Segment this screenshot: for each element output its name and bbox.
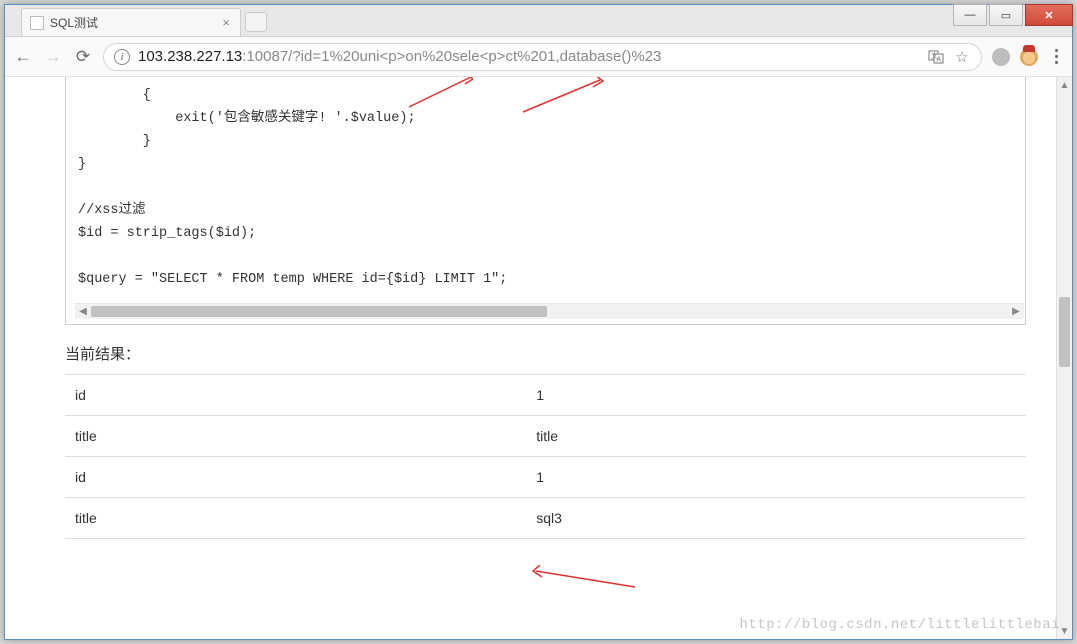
maximize-button[interactable]: ▭: [989, 4, 1023, 26]
browser-menu-button[interactable]: [1048, 49, 1064, 64]
toolbar: ← → ⟳ i 103.238.227.13:10087/?id=1%20uni…: [5, 37, 1072, 77]
vscroll-up-arrow[interactable]: ▲: [1057, 77, 1072, 93]
page-content: { exit('包含敏感关键字! '.$value); } } //xss过滤 …: [5, 77, 1056, 639]
table-row: id 1: [65, 457, 1026, 498]
hscroll-thumb[interactable]: [91, 306, 547, 317]
hscroll-right-arrow[interactable]: ▶: [1008, 304, 1024, 319]
cell-value: sql3: [526, 498, 1026, 539]
extension-icons: [992, 48, 1064, 66]
url-host: 103.238.227.13: [138, 48, 242, 65]
url-port: :10087: [242, 48, 288, 65]
code-block: { exit('包含敏感关键字! '.$value); } } //xss过滤 …: [65, 77, 1026, 325]
back-button[interactable]: ←: [13, 47, 33, 67]
forward-button[interactable]: →: [43, 47, 63, 67]
cell-key: id: [65, 375, 526, 416]
cell-key: title: [65, 416, 526, 457]
url-text: 103.238.227.13:10087/?id=1%20uni<p>on%20…: [138, 48, 919, 65]
code-text: { exit('包含敏感关键字! '.$value); } } //xss过滤 …: [74, 81, 1025, 303]
tab-favicon: [30, 16, 44, 30]
page-viewport: { exit('包含敏感关键字! '.$value); } } //xss过滤 …: [5, 77, 1072, 639]
tab-active[interactable]: SQL测试 ×: [21, 8, 241, 36]
watermark: http://blog.csdn.net/littlelittlebai: [740, 617, 1060, 633]
tab-title: SQL测试: [50, 14, 214, 31]
vertical-scrollbar[interactable]: ▲ ▼: [1056, 77, 1072, 639]
site-info-icon[interactable]: i: [114, 49, 130, 65]
table-row: title title: [65, 416, 1026, 457]
minimize-button[interactable]: —: [953, 4, 987, 26]
extension-2-icon[interactable]: [1020, 48, 1038, 66]
table-row: id 1: [65, 375, 1026, 416]
cell-key: title: [65, 498, 526, 539]
reload-button[interactable]: ⟳: [73, 47, 93, 67]
window-controls: — ▭ ✕: [953, 4, 1073, 26]
browser-window: — ▭ ✕ SQL测试 × ← → ⟳ i 103.238.227.13:100…: [4, 4, 1073, 640]
hscroll-left-arrow[interactable]: ◀: [75, 304, 91, 319]
extension-1-icon[interactable]: [992, 48, 1010, 66]
cell-value: 1: [526, 457, 1026, 498]
cell-value: title: [526, 416, 1026, 457]
cell-value: 1: [526, 375, 1026, 416]
bookmark-star-icon[interactable]: ☆: [953, 48, 971, 66]
svg-text:A: A: [937, 56, 942, 63]
tab-strip: SQL测试 ×: [5, 5, 1072, 37]
code-horizontal-scrollbar[interactable]: ◀ ▶: [75, 303, 1024, 319]
table-row: title sql3: [65, 498, 1026, 539]
tab-close-button[interactable]: ×: [220, 15, 232, 30]
result-heading: 当前结果：: [65, 343, 1026, 364]
vscroll-thumb[interactable]: [1059, 297, 1070, 367]
translate-icon[interactable]: 文A: [927, 48, 945, 66]
result-table: id 1 title title id 1 title sql3: [65, 374, 1026, 539]
new-tab-button[interactable]: [245, 12, 267, 32]
cell-key: id: [65, 457, 526, 498]
address-bar[interactable]: i 103.238.227.13:10087/?id=1%20uni<p>on%…: [103, 43, 982, 71]
close-window-button[interactable]: ✕: [1025, 4, 1073, 26]
url-path: /?id=1%20uni<p>on%20sele<p>ct%201,databa…: [288, 48, 661, 65]
